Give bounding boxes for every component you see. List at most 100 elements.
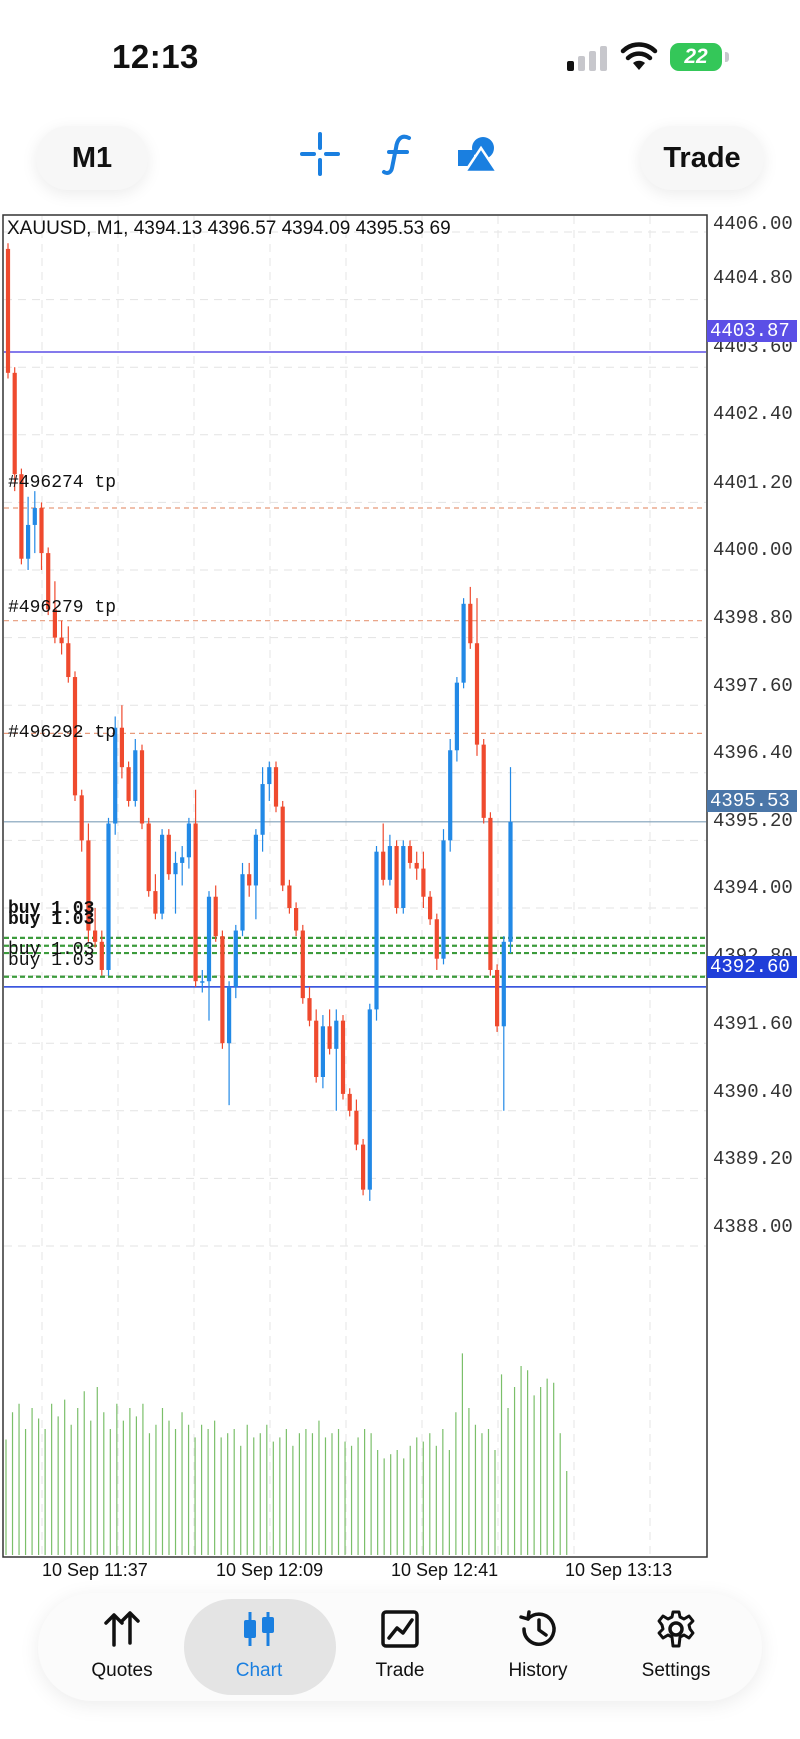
candle-body [474,643,480,745]
price-axis-label: 4396.40 [713,742,793,764]
candle-body [488,817,493,970]
chart-toolbar: M1 Trade [0,110,800,210]
price-axis-label: 4395.20 [713,810,793,832]
candle-body [247,874,252,886]
quotes-arrows-icon [104,1611,140,1647]
candle-body [12,372,17,475]
candle-body [227,986,232,1044]
candle-body [347,1093,352,1111]
candle-body [213,896,218,937]
candle-body [448,750,453,841]
price-tag-current: 4395.53 [707,790,797,812]
time-axis-label: 10 Sep 11:37 [42,1560,148,1580]
candle-body [481,744,486,818]
candle-body [66,643,71,678]
price-tag-lower: 4392.60 [707,956,797,978]
candle-body [240,874,245,931]
candle-body [414,862,419,869]
price-axis-label: 4389.20 [713,1148,793,1170]
candle-body [186,823,191,858]
price-axis-label: 4391.60 [713,1013,793,1035]
candle-body [180,857,185,863]
candle-body [280,806,285,886]
candle-body [119,727,124,768]
candle-body [5,248,11,373]
candle-body [374,851,379,1010]
objects-shapes-icon[interactable] [455,132,499,176]
price-axis-label: 4397.60 [713,675,793,697]
candle-body [501,941,506,1027]
tab-quotes-label: Quotes [91,1660,153,1681]
candle-body [139,750,145,824]
trade-button[interactable]: Trade [640,126,764,190]
candle-body [79,795,84,841]
tab-trade-label: Trade [375,1660,425,1681]
candle-body [220,936,225,1044]
candle-body [401,846,406,908]
gear-icon [657,1610,695,1648]
candle-body [287,885,292,908]
price-axis-label: 4394.00 [713,877,793,899]
price-tag-upper: 4403.87 [707,320,797,342]
tab-chart[interactable]: Chart [184,1593,334,1701]
tab-chart-label: Chart [235,1660,283,1681]
time-axis-label: 10 Sep 13:13 [565,1560,673,1580]
candle-body [454,682,459,751]
price-axis-label: 4398.80 [713,607,793,629]
tab-history[interactable]: History [468,1593,608,1701]
candle-body [508,821,513,942]
candle-body [294,908,299,931]
candle-body [320,1026,325,1077]
candlestick-icon [244,1612,274,1646]
candle-body [468,603,473,644]
candle-body [193,823,198,982]
candle-body [32,508,37,525]
price-axis-label: 4404.80 [713,267,793,289]
candle-body [59,637,64,644]
candle-body [381,851,386,880]
candle-body [314,1020,319,1077]
candle-body [173,862,178,875]
tab-history-label: History [508,1660,568,1681]
tab-quotes[interactable]: Quotes [52,1593,192,1701]
status-time: 12:13 [112,38,199,75]
status-bar: 12:13 22 [0,0,800,110]
candle-body [434,919,439,959]
candle-body [307,998,312,1021]
candle-body [461,603,466,683]
candle-body [441,840,446,959]
tab-trade[interactable]: Trade [330,1593,470,1701]
candle-body [340,1020,346,1094]
price-axis-label: 4406.00 [713,213,793,235]
candle-body [260,784,265,835]
candle-body [354,1110,359,1145]
battery-level: 22 [684,45,708,68]
candle-body [39,508,44,554]
order-tp-label: #496279 tp [8,598,117,618]
chart-canvas[interactable] [0,210,800,1590]
history-icon [519,1610,556,1646]
candle-body [160,834,165,914]
candle-body [106,823,111,970]
candle-body [421,868,426,897]
cellular-signal-icon [567,46,607,71]
indicators-function-icon[interactable] [381,132,417,176]
candle-body [267,767,272,785]
price-axis-label: 4390.40 [713,1081,793,1103]
candle-body [394,846,399,908]
tab-settings[interactable]: Settings [606,1593,746,1701]
bottom-navigation: Quotes Chart Trade History Settings [38,1593,762,1701]
candle-body [361,1144,366,1190]
candle-body [387,846,392,880]
price-chart[interactable]: XAUUSD, M1, 4394.13 4396.57 4394.09 4395… [0,210,800,1590]
candle-body [334,1020,339,1049]
order-tp-label: #496274 tp [8,473,117,493]
tab-settings-label: Settings [641,1660,711,1681]
candle-body [99,941,104,970]
timeframe-button[interactable]: M1 [36,126,148,190]
chart-symbol-header: XAUUSD, M1, 4394.13 4396.57 4394.09 4395… [7,218,451,239]
order-buy-label: buy 1.03 [8,951,95,971]
candle-body [327,1026,332,1049]
crosshair-icon[interactable] [300,132,340,176]
battery-tip [725,52,729,62]
